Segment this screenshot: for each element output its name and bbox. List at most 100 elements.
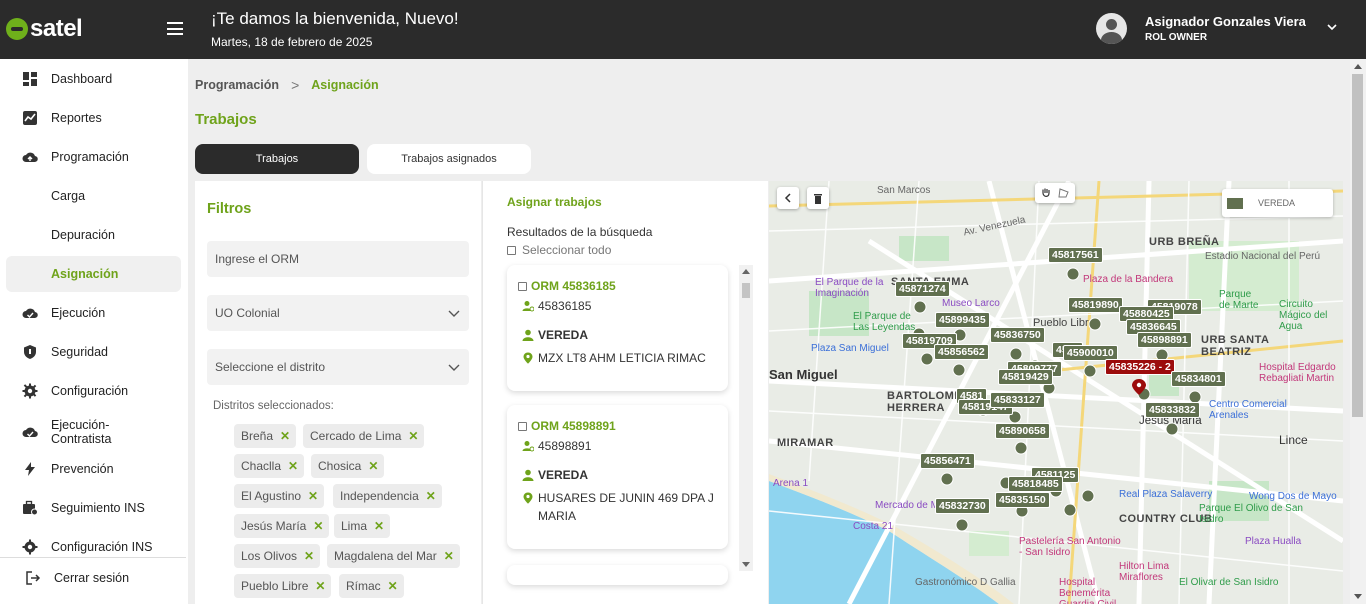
remove-chip-icon[interactable]: ✕ [308,489,318,503]
scroll-up-icon[interactable] [1354,64,1362,69]
map-marker[interactable]: 45836750 [990,327,1045,343]
map-marker[interactable]: 45898891 [1137,332,1192,348]
sidebar-item-seguridad[interactable]: Seguridad [6,334,181,370]
user-link-icon [522,301,534,312]
user-menu[interactable]: Asignador Gonzales Viera ROL OWNER [1096,13,1306,44]
job-card[interactable]: ORM 45898891 45898891 VEREDA HUSARES DE … [507,405,728,549]
avatar[interactable] [1096,13,1127,44]
map-marker[interactable]: 45817561 [1048,247,1103,263]
map-marker[interactable]: 45835150 [995,492,1050,508]
map-marker-selected[interactable]: 45835226 - 2 [1105,359,1175,375]
sidebar-item-programacion[interactable]: Programación [6,139,181,175]
map-marker[interactable]: 45833127 [990,392,1045,408]
map-marker[interactable]: 45818485 [1008,476,1063,492]
uo-select-value: UO Colonial [215,306,280,320]
sidebar-item-configuracion[interactable]: Configuración [6,373,181,409]
remove-chip-icon[interactable]: ✕ [374,519,384,533]
menu-toggle-icon[interactable] [167,22,183,35]
remove-chip-icon[interactable]: ✕ [304,549,314,563]
results-scrollbar[interactable] [739,265,753,571]
district-chip: Jesús María ✕ [234,514,330,538]
sidebar-item-dashboard[interactable]: Dashboard [6,61,181,97]
scroll-up-icon[interactable] [742,269,750,274]
map-delete-button[interactable] [807,187,829,209]
job-code: 45898891 [538,439,592,453]
map-marker[interactable]: 45890658 [995,423,1050,439]
remove-chip-icon[interactable]: ✕ [315,579,325,593]
district-chip: Chosica ✕ [311,454,385,478]
map-marker[interactable]: 45819890 [1068,297,1123,313]
map-marker[interactable]: 45833832 [1145,402,1200,418]
remove-chip-icon[interactable]: ✕ [288,459,298,473]
job-orm[interactable]: ORM 45836185 [531,279,616,293]
district-chip: Breña ✕ [234,424,297,448]
tab-trabajos[interactable]: Trabajos [195,144,359,174]
scroll-down-icon[interactable] [1354,594,1362,599]
logout-icon [26,571,41,585]
tab-trabajos-asignados[interactable]: Trabajos asignados [367,144,531,174]
sidebar-item-ejecucion-contratista[interactable]: Ejecución-Contratista [6,412,181,452]
shield-icon [24,345,36,359]
breadcrumb-parent[interactable]: Programación [195,78,279,92]
map-marker[interactable]: 45856562 [934,344,989,360]
welcome-title: ¡Te damos la bienvenida, Nuevo! [211,9,459,28]
hand-icon[interactable] [1040,187,1052,199]
map-draw-tools[interactable] [1035,183,1075,203]
sidebar-item-asignacion[interactable]: Asignación [6,256,181,292]
district-chip: Los Olivos ✕ [234,544,321,568]
select-all-checkbox[interactable] [507,245,516,255]
dashboard-icon [23,72,37,86]
scroll-thumb[interactable] [742,283,750,298]
breadcrumb-separator: > [291,77,300,93]
cloud-upload-icon [22,152,38,163]
sidebar-item-depuracion[interactable]: Depuración [6,217,181,253]
orm-input[interactable] [215,252,469,266]
logout-button[interactable]: Cerrar sesión [6,560,181,596]
district-select[interactable]: Seleccione el distrito [207,349,469,385]
sidebar-item-carga[interactable]: Carga [6,178,181,214]
uo-select[interactable]: UO Colonial [207,295,469,331]
sidebar-item-reportes[interactable]: Reportes [6,100,181,136]
map-marker[interactable]: 45856471 [920,453,975,469]
polygon-icon[interactable] [1058,187,1070,199]
sidebar-item-label: Ejecución-Contratista [51,418,112,446]
job-card[interactable] [507,565,728,585]
current-date: Martes, 18 de febrero de 2025 [211,35,373,49]
map-collapse-button[interactable] [777,187,799,209]
remove-chip-icon[interactable]: ✕ [426,489,436,503]
map-marker[interactable]: 45899435 [935,312,990,328]
satel-logo[interactable]: satel [6,15,83,43]
remove-chip-icon[interactable]: ✕ [388,579,398,593]
sidebar-item-label: Prevención [51,462,114,476]
page-scrollbar[interactable] [1350,59,1366,604]
sidebar-item-prevencion[interactable]: Prevención [6,451,181,487]
sidebar: Dashboard Reportes Programación Carga De… [0,59,188,604]
orm-search-field[interactable] [207,241,469,277]
sidebar-item-seguimiento-ins[interactable]: Seguimiento INS [6,490,181,526]
remove-chip-icon[interactable]: ✕ [280,429,290,443]
map-marker[interactable]: 45832730 [935,498,990,514]
district-chip: Pueblo Libre ✕ [234,574,332,598]
remove-chip-icon[interactable]: ✕ [408,429,418,443]
map-marker[interactable]: 45871274 [895,281,950,297]
remove-chip-icon[interactable]: ✕ [368,459,378,473]
sidebar-item-ejecucion[interactable]: Ejecución [6,295,181,331]
remove-chip-icon[interactable]: ✕ [444,549,454,563]
select-all[interactable]: Seleccionar todo [507,243,611,257]
job-checkbox[interactable] [518,421,527,431]
map-marker[interactable]: 45834801 [1171,371,1226,387]
job-orm[interactable]: ORM 45898891 [531,419,616,433]
page-scroll-thumb[interactable] [1352,74,1363,417]
district-chip: Rímac ✕ [339,574,404,598]
user-link-icon [522,441,534,452]
sidebar-item-label: Asignación [51,267,119,281]
scroll-down-icon[interactable] [742,562,750,567]
chevron-down-icon[interactable] [1327,22,1337,32]
job-checkbox[interactable] [518,281,527,291]
job-card[interactable]: ORM 45836185 45836185 VEREDA MZX LT8 AHM… [507,265,728,391]
map-view[interactable]: San Marcos Av. Venezuela URB BREÑA Estad… [769,181,1343,604]
sidebar-item-label: Seguridad [51,345,108,359]
filters-panel: Filtros UO Colonial Seleccione el distri… [195,181,481,604]
remove-chip-icon[interactable]: ✕ [313,519,323,533]
map-marker[interactable]: 45819429 [998,369,1053,385]
